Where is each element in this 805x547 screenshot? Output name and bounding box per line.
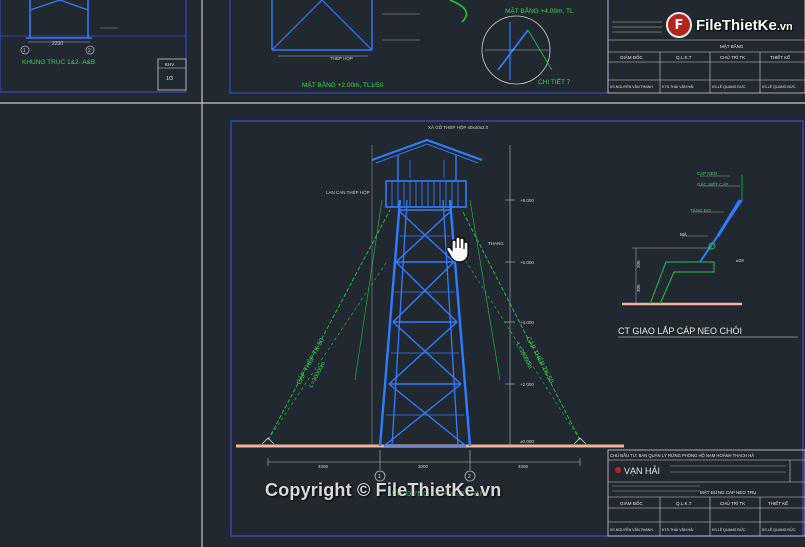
tb-name4: KS.LÊ QUANG ĐỨC bbox=[762, 527, 796, 532]
roof-label: XÀ GỒ THÉP HỘP 40x40x2.0 bbox=[428, 124, 489, 130]
detail-label-turnbuckle: TĂNG ĐƠ bbox=[690, 207, 711, 213]
detail-dim-300: 300 bbox=[636, 284, 641, 292]
elevation-scale bbox=[371, 145, 515, 447]
tb-col2: Q.L.K.T bbox=[676, 501, 692, 506]
cad-drawing-canvas[interactable]: 2200 1 2 KHUNG TRỤC 1&2- A&B KHV 1/3 THÉ… bbox=[0, 0, 805, 547]
top-left-viewport bbox=[0, 0, 187, 93]
elevation-2: +6.000 bbox=[520, 260, 534, 265]
top-tb-col2: Q.L.K.T bbox=[676, 55, 692, 60]
logo-badge-icon: F bbox=[666, 12, 692, 38]
detail-title: CT GIAO LẮP CÁP NEO CHÓI bbox=[618, 326, 742, 336]
elevation-3: +4.000 bbox=[520, 320, 534, 325]
elevation-5: ±0.000 bbox=[520, 439, 534, 444]
top-left-sheet-label: KHV bbox=[165, 62, 174, 67]
top-left-title: KHUNG TRỤC 1&2- A&B bbox=[22, 59, 95, 66]
top-mid-profile-label: THÉP HỘP bbox=[330, 55, 353, 61]
top-tb-sheet-title: MẶT BẰNG bbox=[720, 42, 744, 49]
copyright-watermark: Copyright © FileThietKe.vn bbox=[265, 480, 502, 500]
top-mid-plan-title-2: MẶT BẰNG +4.00m, TL bbox=[505, 6, 574, 15]
stair-label: THANG bbox=[488, 241, 504, 246]
platform-label: LAN CAN THÉP HỘP bbox=[326, 189, 370, 195]
top-left-axis-1: 1 bbox=[23, 48, 26, 54]
logo-text: FileThietKe.vn bbox=[696, 17, 793, 34]
tb-col3: CHỦ TRÌ TK bbox=[720, 500, 745, 506]
tb-header: CHỦ ĐẦU TƯ: BAN QUẢN LÝ RỪNG PHÒNG HỘ NA… bbox=[610, 453, 754, 458]
tb-name1: KS.NGUYỄN VĂN THANH bbox=[610, 527, 653, 532]
hand-pan-cursor-icon bbox=[446, 236, 469, 263]
elevation-4: +2.000 bbox=[520, 382, 534, 387]
top-left-dimension: 2200 bbox=[52, 41, 63, 47]
elevation-1: +8.000 bbox=[520, 198, 534, 203]
tb-company: VẠN HẢI bbox=[624, 465, 660, 476]
dim-left: 4000 bbox=[318, 464, 329, 469]
top-tb-name2: KTS.THÁI VĂN HẢI bbox=[662, 84, 694, 89]
filethietke-logo: F FileThietKe.vn bbox=[666, 8, 802, 42]
top-tb-col1: GIÁM ĐỐC bbox=[620, 54, 644, 60]
tb-col4: THIẾT KẾ bbox=[768, 500, 788, 506]
detail-dim-200: 200 bbox=[636, 260, 641, 268]
detail-label-bracket: MÃ bbox=[680, 231, 687, 237]
detail-dim-28: ø28 bbox=[736, 258, 744, 263]
bottom-dimensions bbox=[261, 437, 587, 482]
detail-label-cable: CÁP NEO bbox=[697, 170, 718, 176]
tb-name3: KS.LÊ QUANG ĐỨC bbox=[712, 527, 746, 532]
tb-col1: GIÁM ĐỐC bbox=[620, 500, 644, 506]
top-tb-name1: KS.NGUYỄN VĂN THANH bbox=[610, 84, 653, 89]
dim-mid: 3000 bbox=[418, 464, 429, 469]
top-tb-col3: CHỦ TRÌ TK bbox=[720, 54, 745, 60]
top-left-axis-2: 2 bbox=[88, 48, 91, 54]
top-mid-detail-title: CHI TIẾT 7 bbox=[538, 76, 571, 86]
logo-domain: .vn bbox=[776, 20, 793, 33]
top-tb-col4: THIẾT KẾ bbox=[770, 54, 790, 60]
tb-sheet-title: MẶT ĐỨNG CÁP NEO TRỤ bbox=[700, 489, 756, 495]
tower-cabin bbox=[371, 138, 483, 208]
top-tb-name4: KS.LÊ QUANG ĐỨC bbox=[762, 84, 796, 89]
detail-label-clamp: GÁC SIẾT CÁP bbox=[697, 181, 728, 187]
top-left-sheet-number: 1/3 bbox=[166, 76, 173, 82]
tb-name2: KTS.THÁI VĂN HẢI bbox=[662, 527, 694, 532]
top-mid-plan-title: MẶT BẰNG +2.00m, TL1/50 bbox=[302, 80, 384, 89]
dim-right: 4000 bbox=[518, 464, 529, 469]
logo-name: FileThietKe bbox=[696, 16, 777, 34]
top-tb-name3: KS.LÊ QUANG ĐỨC bbox=[712, 84, 746, 89]
